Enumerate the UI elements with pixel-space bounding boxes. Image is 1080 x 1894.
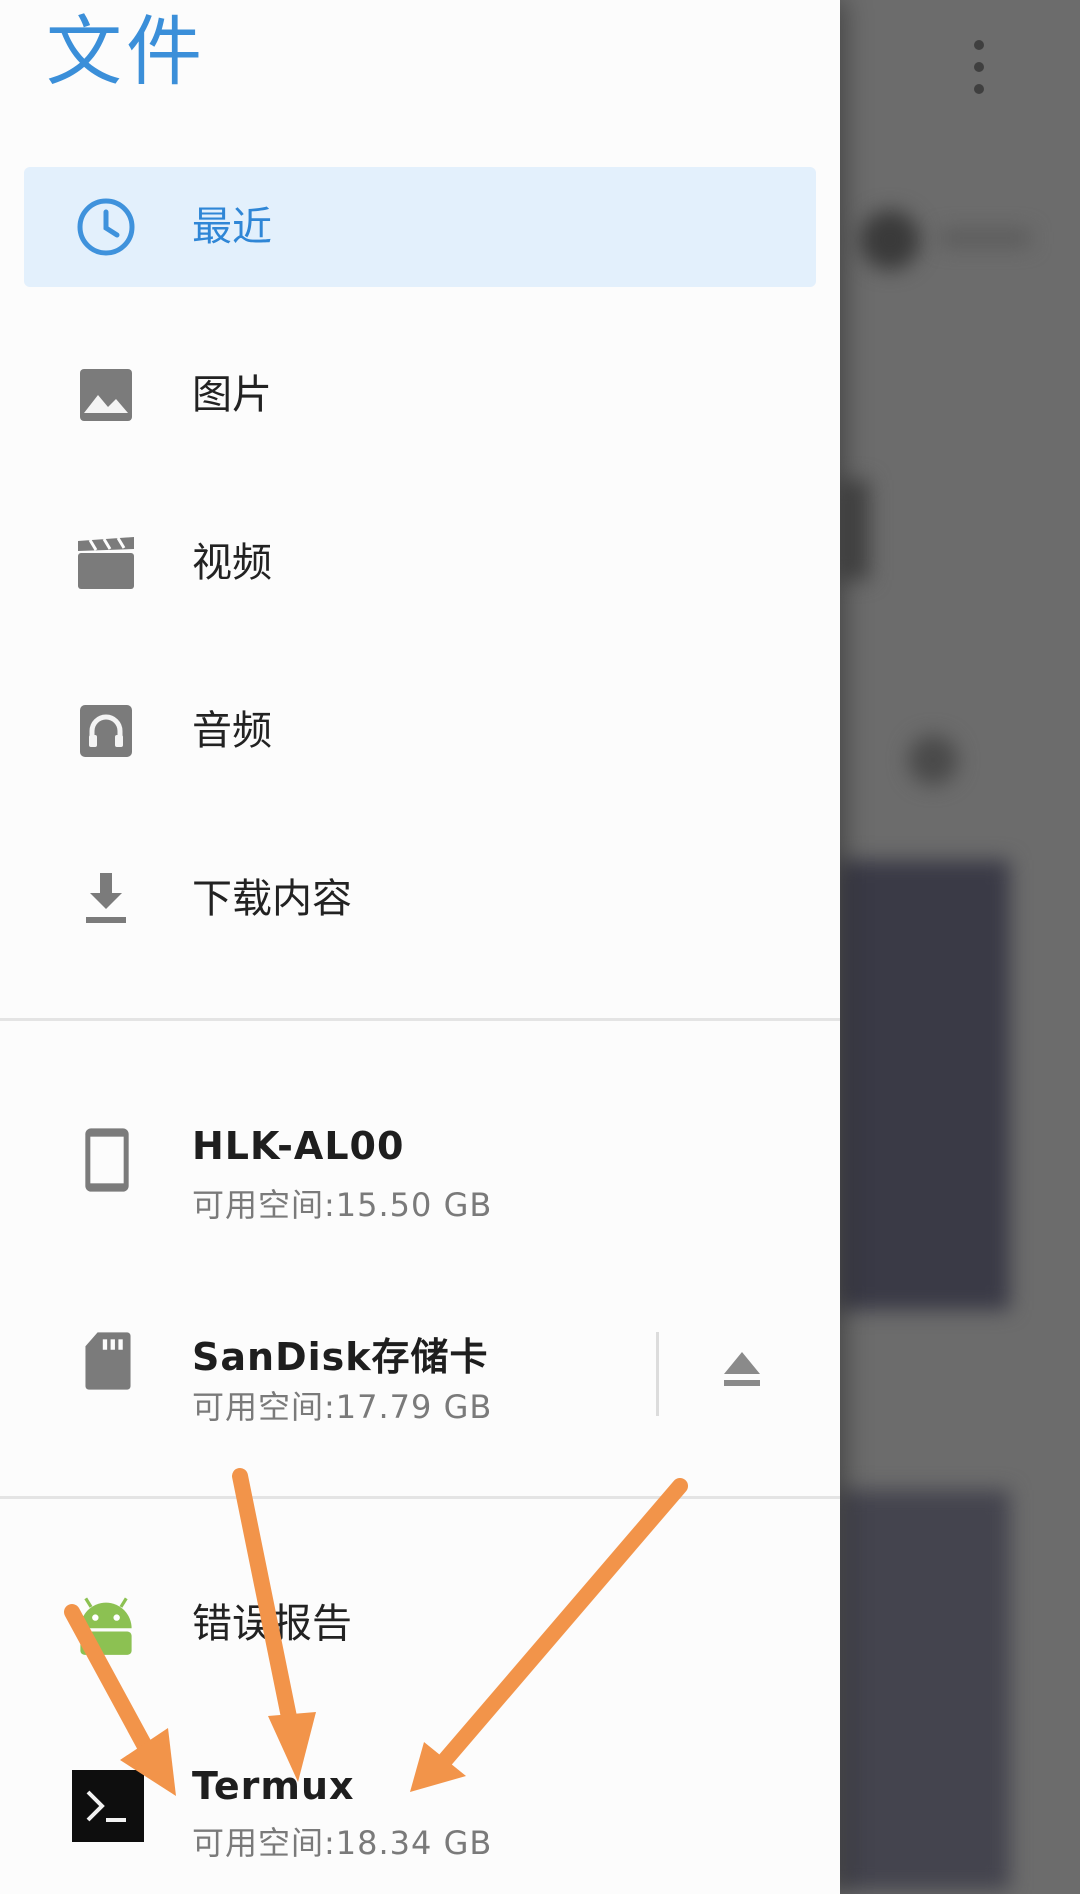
background-shape [840, 480, 870, 580]
movie-icon [78, 537, 134, 589]
overflow-menu-icon [972, 40, 986, 104]
background-icon [908, 735, 958, 785]
terminal-icon [72, 1770, 144, 1842]
background-text [940, 230, 1030, 246]
divider [0, 1018, 840, 1021]
clock-icon [77, 198, 135, 256]
nav-item-label: 图片 [192, 372, 272, 418]
nav-item-label: 最近 [192, 204, 272, 250]
storage-item-termux[interactable]: Termux 可用空间:18.34 GB [24, 1760, 816, 1894]
android-icon [80, 1597, 132, 1655]
storage-free-space: 可用空间:15.50 GB [192, 1186, 493, 1224]
headphones-icon [80, 705, 132, 757]
storage-item-sdcard[interactable]: SanDisk存储卡 可用空间:17.79 GB [24, 1312, 816, 1462]
storage-title: SanDisk存储卡 [192, 1335, 489, 1379]
nav-item-label: 下载内容 [192, 876, 352, 922]
navigation-drawer: 文件 最近 图片 视频 音频 下载内容 HLK-AL00 可用空间:15.50 … [0, 0, 840, 1894]
background-thumbnail-2 [840, 1490, 1010, 1890]
storage-title: Termux [192, 1764, 355, 1808]
background-thumbnail [840, 860, 1010, 1310]
storage-title: HLK-AL00 [192, 1124, 405, 1168]
nav-item-images[interactable]: 图片 [24, 335, 816, 455]
sd-card-icon [85, 1332, 131, 1390]
storage-free-space: 可用空间:17.79 GB [192, 1388, 493, 1426]
storage-item-device[interactable]: HLK-AL00 可用空间:15.50 GB [24, 1110, 816, 1260]
storage-free-space: 可用空间:18.34 GB [192, 1824, 493, 1862]
phone-icon [85, 1128, 129, 1192]
background-avatar [860, 210, 920, 270]
nav-item-label: 视频 [192, 540, 272, 586]
download-icon [86, 873, 126, 923]
nav-item-downloads[interactable]: 下载内容 [24, 839, 816, 959]
nav-item-label: 错误报告 [192, 1601, 352, 1647]
eject-icon[interactable] [714, 1342, 770, 1398]
nav-item-label: 音频 [192, 708, 272, 754]
nav-item-audio[interactable]: 音频 [24, 671, 816, 791]
divider [0, 1496, 840, 1499]
nav-item-bug-report[interactable]: 错误报告 [24, 1564, 816, 1684]
eject-separator [656, 1332, 659, 1416]
nav-item-videos[interactable]: 视频 [24, 503, 816, 623]
drawer-title: 文件 [46, 7, 206, 96]
nav-item-recent[interactable]: 最近 [24, 167, 816, 287]
image-icon [80, 369, 132, 421]
